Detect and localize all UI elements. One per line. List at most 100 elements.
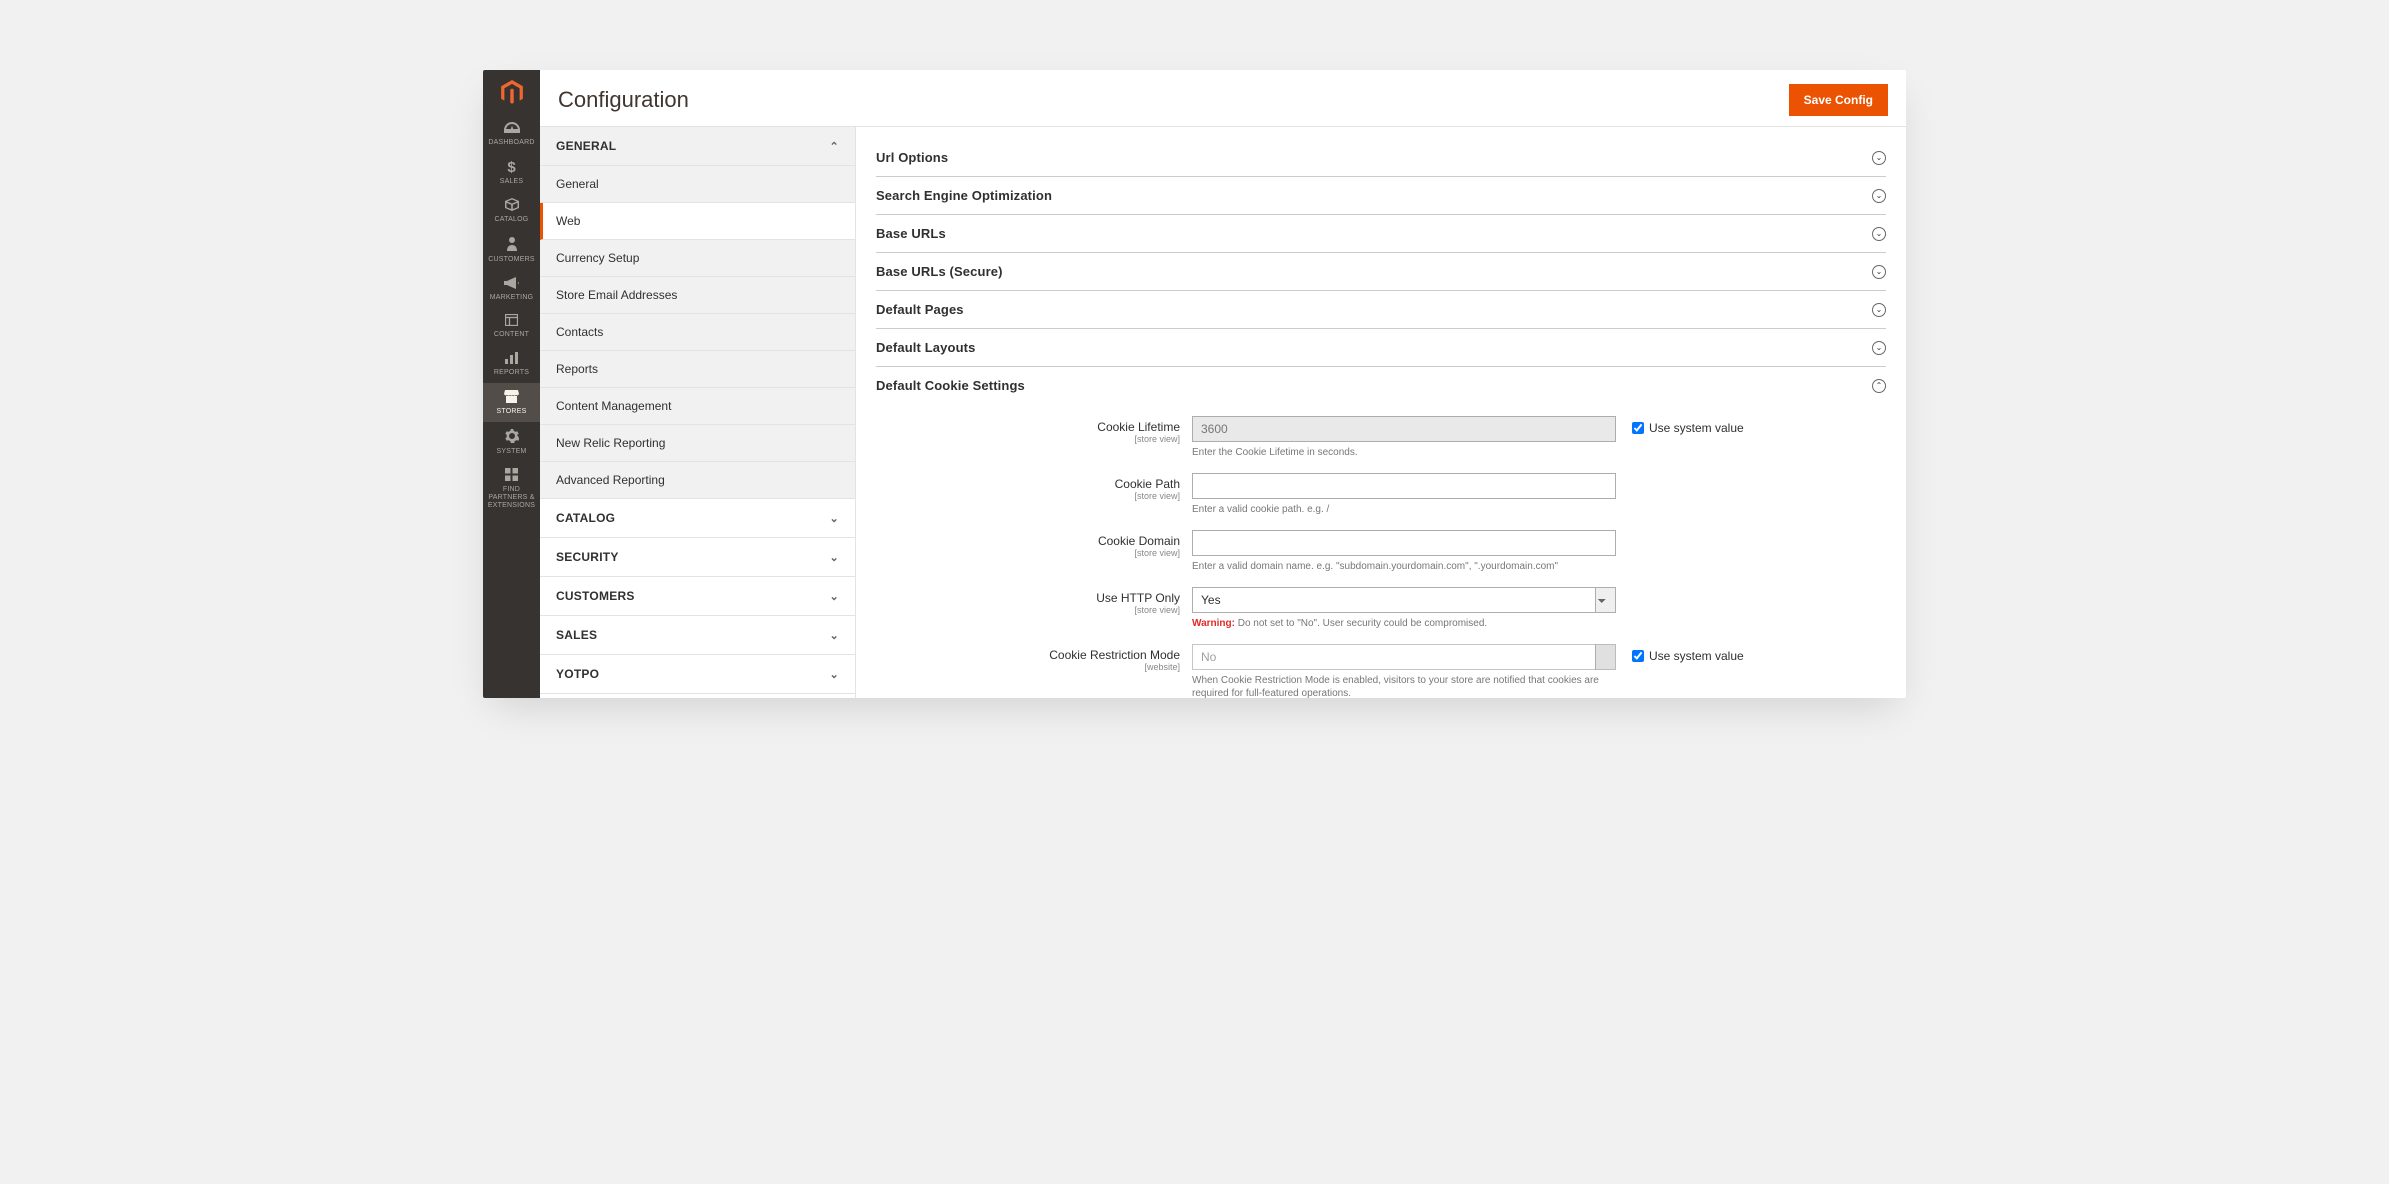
nav-dashboard[interactable]: DASHBOARD	[483, 115, 540, 153]
label-text: Cookie Restriction Mode	[876, 648, 1180, 662]
chevron-down-icon: ⌄	[1872, 265, 1886, 279]
chevron-down-icon: ⌄	[830, 590, 839, 603]
scope-text: [store view]	[876, 491, 1180, 501]
nav-sales[interactable]: $ SALES	[483, 153, 540, 192]
sidebar-group-security[interactable]: SECURITY ⌄	[540, 538, 855, 577]
field-note: Warning: Do not set to "No". User securi…	[1192, 617, 1616, 630]
section-toggle[interactable]: Default Pages ⌄	[876, 291, 1886, 328]
use-system-checkbox[interactable]	[1632, 650, 1644, 662]
field-control: No When Cookie Restriction Mode is enabl…	[1192, 644, 1616, 698]
nav-stores[interactable]: STORES	[483, 383, 540, 422]
sidebar-item-web[interactable]: Web	[540, 203, 855, 240]
section-default-pages: Default Pages ⌄	[876, 291, 1886, 329]
cookie-lifetime-input[interactable]	[1192, 416, 1616, 442]
nav-label: CATALOG	[495, 216, 529, 224]
field-label: Cookie Lifetime [store view]	[876, 416, 1192, 444]
section-toggle[interactable]: Base URLs (Secure) ⌄	[876, 253, 1886, 290]
nav-customers[interactable]: CUSTOMERS	[483, 230, 540, 270]
sidebar-group-yotpo[interactable]: YOTPO ⌄	[540, 655, 855, 694]
field-cookie-lifetime: Cookie Lifetime [store view] Enter the C…	[876, 416, 1886, 459]
section-body: Cookie Lifetime [store view] Enter the C…	[876, 404, 1886, 698]
save-config-button[interactable]: Save Config	[1789, 84, 1888, 116]
field-http-only: Use HTTP Only [store view] Yes Warning: …	[876, 587, 1886, 630]
field-label: Cookie Domain [store view]	[876, 530, 1192, 558]
field-control: Yes Warning: Do not set to "No". User se…	[1192, 587, 1616, 630]
note-text: Do not set to "No". User security could …	[1235, 618, 1487, 629]
use-system-label: Use system value	[1649, 421, 1744, 435]
warning-label: Warning:	[1192, 618, 1235, 629]
section-base-urls-secure: Base URLs (Secure) ⌄	[876, 253, 1886, 291]
section-title: Base URLs	[876, 226, 946, 241]
chevron-down-icon: ⌄	[830, 551, 839, 564]
field-cookie-path: Cookie Path [store view] Enter a valid c…	[876, 473, 1886, 516]
nav-marketing[interactable]: MARKETING	[483, 270, 540, 308]
config-sidebar: GENERAL ⌃ General Web Currency Setup Sto…	[540, 127, 856, 698]
http-only-select[interactable]: Yes	[1192, 587, 1616, 613]
sidebar-item-content-mgmt[interactable]: Content Management	[540, 388, 855, 425]
nav-reports[interactable]: REPORTS	[483, 345, 540, 383]
cookie-restriction-select[interactable]: No	[1192, 644, 1616, 670]
sidebar-group-label: GENERAL	[556, 139, 616, 153]
section-toggle[interactable]: Default Layouts ⌄	[876, 329, 1886, 366]
app-frame: DASHBOARD $ SALES CATALOG CUSTOMERS MARK…	[483, 70, 1906, 698]
sidebar-item-contacts[interactable]: Contacts	[540, 314, 855, 351]
sidebar-group-label: YOTPO	[556, 667, 599, 681]
magento-logo-icon	[501, 80, 523, 105]
cookie-domain-input[interactable]	[1192, 530, 1616, 556]
section-toggle[interactable]: Base URLs ⌄	[876, 215, 1886, 252]
dashboard-icon	[504, 122, 520, 136]
field-note: Enter the Cookie Lifetime in seconds.	[1192, 446, 1616, 459]
field-control: Enter a valid cookie path. e.g. /	[1192, 473, 1616, 516]
nav-label: MARKETING	[490, 294, 534, 302]
nav-label: CONTENT	[494, 331, 529, 339]
sidebar-item-general[interactable]: General	[540, 166, 855, 203]
scope-text: [store view]	[876, 434, 1180, 444]
use-system-checkbox[interactable]	[1632, 422, 1644, 434]
nav-content[interactable]: CONTENT	[483, 307, 540, 345]
section-title: Default Cookie Settings	[876, 378, 1025, 393]
section-url-options: Url Options ⌄	[876, 139, 1886, 177]
sidebar-group-general[interactable]: GENERAL ⌃	[540, 127, 855, 166]
cookie-path-input[interactable]	[1192, 473, 1616, 499]
nav-catalog[interactable]: CATALOG	[483, 191, 540, 230]
section-title: Default Pages	[876, 302, 964, 317]
sidebar-group-label: SALES	[556, 628, 597, 642]
page-body: GENERAL ⌃ General Web Currency Setup Sto…	[540, 127, 1906, 698]
sidebar-item-newrelic[interactable]: New Relic Reporting	[540, 425, 855, 462]
sidebar-group-label: CATALOG	[556, 511, 615, 525]
chevron-down-icon: ⌄	[1872, 189, 1886, 203]
sidebar-group-sales[interactable]: SALES ⌄	[540, 616, 855, 655]
config-content: Url Options ⌄ Search Engine Optimization…	[856, 127, 1906, 698]
nav-system[interactable]: SYSTEM	[483, 422, 540, 462]
use-system-checkbox-wrap[interactable]: Use system value	[1616, 416, 1744, 435]
scope-text: [website]	[876, 662, 1180, 672]
sidebar-item-store-email[interactable]: Store Email Addresses	[540, 277, 855, 314]
sidebar-item-reports[interactable]: Reports	[540, 351, 855, 388]
section-base-urls: Base URLs ⌄	[876, 215, 1886, 253]
section-toggle[interactable]: Default Cookie Settings ⌃	[876, 367, 1886, 404]
use-system-checkbox-wrap[interactable]: Use system value	[1616, 644, 1744, 663]
nav-partners[interactable]: FIND PARTNERS & EXTENSIONS	[483, 461, 540, 515]
sidebar-item-currency[interactable]: Currency Setup	[540, 240, 855, 277]
field-note: When Cookie Restriction Mode is enabled,…	[1192, 674, 1616, 698]
section-toggle[interactable]: Search Engine Optimization ⌄	[876, 177, 1886, 214]
magento-logo[interactable]	[483, 70, 540, 115]
chevron-down-icon: ⌄	[1872, 227, 1886, 241]
field-cookie-restriction: Cookie Restriction Mode [website] No Whe…	[876, 644, 1886, 698]
field-cookie-domain: Cookie Domain [store view] Enter a valid…	[876, 530, 1886, 573]
nav-label: SYSTEM	[496, 448, 526, 456]
store-icon	[504, 390, 519, 405]
sidebar-group-catalog[interactable]: CATALOG ⌄	[540, 499, 855, 538]
section-cookie-settings: Default Cookie Settings ⌃ Cookie Lifetim…	[876, 367, 1886, 698]
field-label: Use HTTP Only [store view]	[876, 587, 1192, 615]
dollar-icon: $	[507, 160, 515, 175]
section-toggle[interactable]: Url Options ⌄	[876, 139, 1886, 176]
sidebar-group-customers[interactable]: CUSTOMERS ⌄	[540, 577, 855, 616]
page-title: Configuration	[558, 87, 689, 113]
chevron-up-icon: ⌃	[1872, 379, 1886, 393]
field-label: Cookie Path [store view]	[876, 473, 1192, 501]
main-area: Configuration Save Config GENERAL ⌃ Gene…	[540, 70, 1906, 698]
nav-label: SALES	[500, 178, 524, 186]
sidebar-item-adv-reporting[interactable]: Advanced Reporting	[540, 462, 855, 499]
label-text: Cookie Domain	[876, 534, 1180, 548]
